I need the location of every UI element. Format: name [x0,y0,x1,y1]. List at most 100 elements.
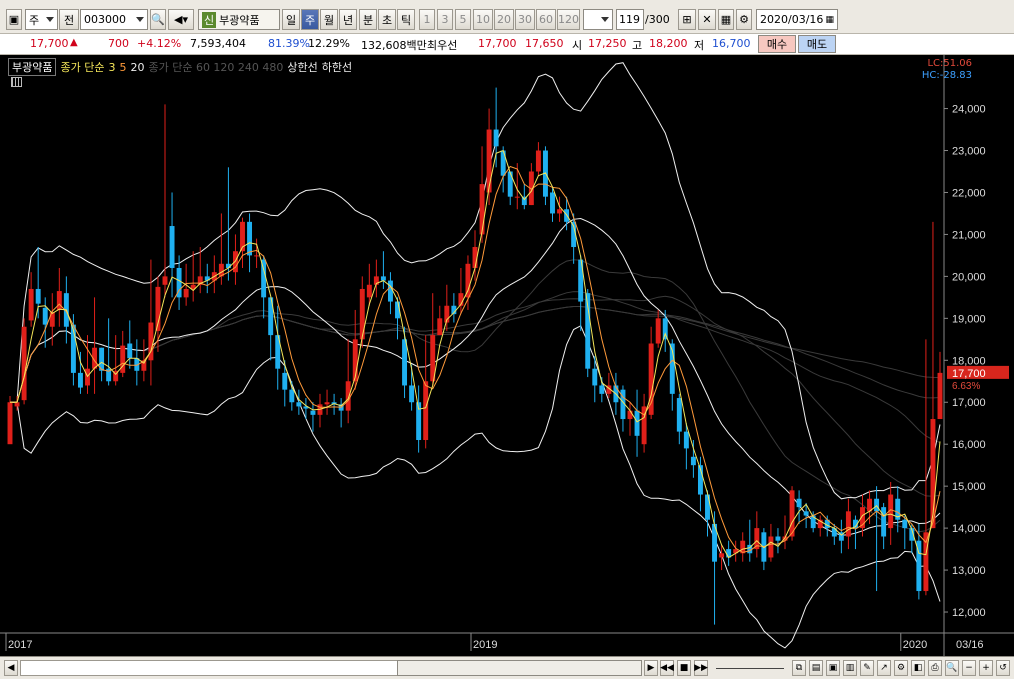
quote-bar: 17,700 ▲ 700 +4.12% 7,593,404 81.39% 12.… [0,34,1014,55]
high-label: 고 [632,39,643,52]
candle-body [49,312,55,327]
zoom-slider[interactable] [716,660,784,669]
reset-icon[interactable]: ↺ [996,660,1010,676]
candle-body [28,288,34,321]
x-tick-label: 2020 [903,639,927,651]
magnify-icon[interactable]: 🔍 [945,660,959,676]
open-price: 17,250 [588,37,627,50]
rewind-icon[interactable]: ◀◀ [660,660,674,676]
market-type-select[interactable]: 주 [25,9,58,30]
stock-name-field[interactable]: 신 부광약품 [198,9,280,30]
period-day-button[interactable]: 일 [282,9,300,30]
gear-icon[interactable]: ⚙ [736,9,752,30]
legend-ma-20: 20 [130,60,145,74]
candle-body [514,196,520,198]
layout-icon[interactable]: ▤ [809,660,823,676]
page-position-input[interactable]: 119 [616,9,644,30]
bar-icon[interactable]: ▥ [843,660,857,676]
crosshair-icon[interactable]: ✕ [698,9,716,30]
current-price-label: 17,700 [952,368,986,380]
buy-button[interactable]: 매수 [758,35,796,53]
ma3-line [10,149,941,559]
window-icon[interactable]: ▣ [826,660,840,676]
minute-60-button[interactable]: 60 [536,9,556,30]
search-icon[interactable]: 🔍 [150,9,166,30]
candle-body [845,511,851,537]
candle-body [662,318,668,340]
candle-body [169,226,175,268]
y-tick-label: 14,000 [952,523,986,535]
minute-3-button[interactable]: 3 [437,9,453,30]
y-tick-label: 15,000 [952,481,986,493]
period-second-button[interactable]: 초 [378,9,396,30]
minute-5-button[interactable]: 5 [455,9,471,30]
save-icon[interactable]: ▦ [718,9,734,30]
settings-icon[interactable]: ⚙ [894,660,908,676]
candlestick-chart[interactable]: 24,000 23,000 22,000 21,000 20,000 19,000 18,0… [0,55,1014,656]
turnover: 12.29% [308,37,350,50]
best-bid: 17,650 [525,37,564,50]
y-tick-label: 24,000 [952,104,986,116]
trend-icon[interactable]: ↗ [877,660,891,676]
prev-button[interactable]: 전 [59,9,79,30]
period-week-button[interactable]: 주 [301,9,319,30]
period-year-button[interactable]: 년 [339,9,357,30]
candle-body [803,511,809,516]
x-last-date-label: 03/16 [956,639,984,651]
color-icon[interactable]: ◧ [911,660,925,676]
period-minute-button[interactable]: 분 [359,9,377,30]
print-icon[interactable]: ⎙ [928,660,942,676]
candle-body [21,326,27,401]
candle-body [507,171,513,197]
zoom-icon[interactable]: ⊞ [678,9,696,30]
scroll-left-icon[interactable]: ◀ [4,660,18,676]
zoom-in-icon[interactable]: + [979,660,993,676]
y-tick-label: 21,000 [952,229,986,241]
minute-1-button[interactable]: 1 [419,9,435,30]
date-value: 2020/03/16 [760,13,824,26]
y-tick-label: 23,000 [952,146,986,158]
y-tick-label: 18,000 [952,355,986,367]
sound-icon[interactable]: ◀▾ [168,9,194,30]
draw-icon[interactable]: ✎ [860,660,874,676]
sell-button[interactable]: 매도 [798,35,836,53]
candle-body [535,150,541,172]
candle-body [127,343,133,359]
legend-ma-5: 5 [119,60,127,74]
candle-body [254,255,260,257]
candle-body [261,259,267,298]
candle-body [162,276,168,285]
window-menu-icon[interactable]: ▣ [6,9,22,30]
best-ask: 17,700 [478,37,517,50]
candle-body [7,402,13,445]
calendar-icon[interactable]: ▦ [825,15,834,25]
minute-120-button[interactable]: 120 [557,9,580,30]
scroll-right-icon[interactable]: ▶ [644,660,658,676]
change-amount: 700 [108,37,129,50]
candle-body [486,129,492,193]
minute-20-button[interactable]: 20 [494,9,514,30]
period-month-button[interactable]: 월 [320,9,338,30]
period-tick-button[interactable]: 틱 [397,9,415,30]
y-tick-label: 22,000 [952,187,986,199]
scroll-thumb[interactable] [397,660,642,676]
date-field[interactable]: 2020/03/16 ▦ [756,9,838,30]
interval-select[interactable] [583,9,613,30]
candle-body [380,276,386,281]
stop-icon[interactable]: ■ [677,660,691,676]
chart-canvas: 24,000 23,000 22,000 21,000 20,000 19,000 18,0… [0,55,1014,656]
copy-icon[interactable]: ⧉ [792,660,806,676]
candle-body [902,519,908,529]
grid-toggle-icon[interactable] [11,77,22,87]
stock-code-input[interactable]: 003000 [80,9,148,30]
zoom-out-icon[interactable]: − [962,660,976,676]
low-price: 16,700 [712,37,751,50]
candle-body [409,385,415,403]
legend-ma-long: 종가 단순 60 120 240 480 [148,61,284,74]
minute-10-button[interactable]: 10 [473,9,493,30]
minute-30-button[interactable]: 30 [515,9,535,30]
candle-body [42,307,48,325]
fast-forward-icon[interactable]: ▶▶ [694,660,708,676]
candle-body [345,381,351,411]
candle-body [599,385,605,394]
